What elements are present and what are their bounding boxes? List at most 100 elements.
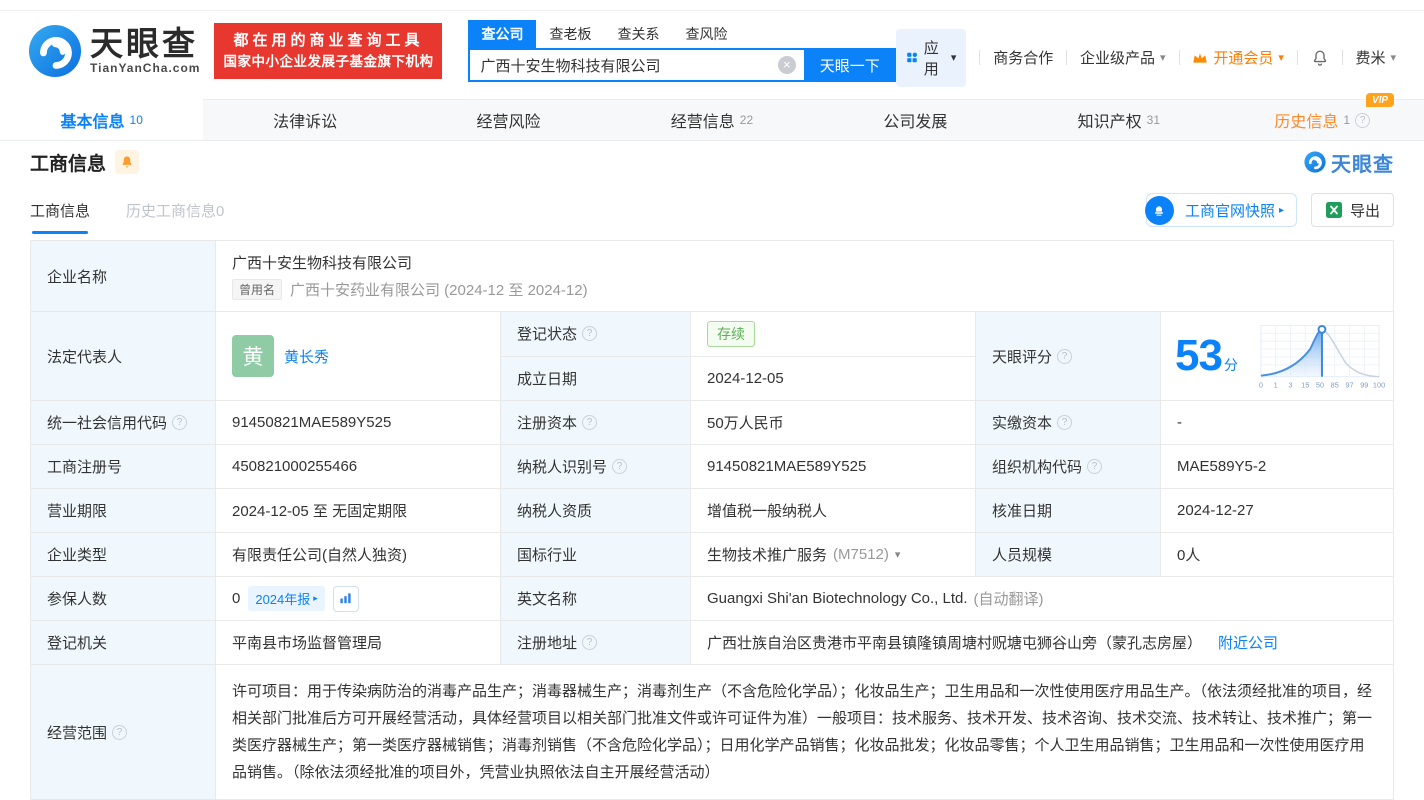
help-icon[interactable]: ? xyxy=(1057,415,1073,430)
stamp-icon xyxy=(1144,196,1174,225)
search-button[interactable]: 天眼一下 xyxy=(803,48,896,82)
tab-intellectual-property[interactable]: 知识产权 31 xyxy=(1017,100,1220,140)
avatar: 黄 xyxy=(232,335,274,377)
tab-legal-litigation[interactable]: 法律诉讼 xyxy=(203,100,406,140)
search-input[interactable] xyxy=(468,48,804,82)
help-icon[interactable]: ? xyxy=(1087,459,1103,474)
table-row: 登记机关 平南县市场监督管理局 注册地址 ? 广西壮族自治区贵港市平南县镇隆镇周… xyxy=(31,620,1393,664)
menu-open-vip[interactable]: 开通会员 ▾ xyxy=(1192,47,1284,68)
help-icon[interactable]: ? xyxy=(582,415,598,430)
svg-text:97: 97 xyxy=(1345,381,1353,390)
help-icon[interactable]: ? xyxy=(582,635,598,650)
divider xyxy=(1296,50,1298,65)
help-icon[interactable]: ? xyxy=(582,326,598,342)
promo-line2: 国家中小企业发展子基金旗下机构 xyxy=(223,53,434,69)
nearby-companies-link[interactable]: 附近公司 xyxy=(1218,632,1278,653)
menu-enterprise-products[interactable]: 企业级产品 ▾ xyxy=(1080,47,1166,68)
scope-label: 经营范围 xyxy=(47,724,108,742)
taxpayer-id-label: 纳税人识别号 xyxy=(517,459,608,476)
export-button[interactable]: 导出 xyxy=(1310,193,1394,227)
chevron-down-icon: ▾ xyxy=(1160,52,1166,64)
logo-swirl-icon xyxy=(28,24,82,77)
legal-rep-label: 法定代表人 xyxy=(31,312,215,400)
authority-label: 登记机关 xyxy=(31,621,215,664)
search-tab-boss[interactable]: 查老板 xyxy=(536,20,604,48)
svg-text:1: 1 xyxy=(1274,381,1278,390)
annual-report-tag[interactable]: 2024年报 ▸ xyxy=(248,586,325,611)
search-tab-risk[interactable]: 查风险 xyxy=(672,20,740,48)
crown-icon xyxy=(1193,52,1207,63)
tab-operation-risk[interactable]: 经营风险 xyxy=(407,100,610,140)
clear-search-icon[interactable]: × xyxy=(777,56,796,74)
former-name-tag: 曾用名 xyxy=(232,279,283,300)
notifications-bell[interactable] xyxy=(1311,49,1329,67)
tianyancha-logo[interactable]: 天眼查 TianYanCha.com xyxy=(28,24,200,78)
subtab-business-info[interactable]: 工商信息 xyxy=(30,200,90,234)
divider xyxy=(979,50,981,65)
reg-capital-value: 50万人民币 xyxy=(690,401,975,444)
svg-text:99: 99 xyxy=(1360,381,1368,390)
svg-text:85: 85 xyxy=(1331,381,1339,390)
username: 费米 xyxy=(1355,50,1386,67)
taxpayer-quality-value: 增值税一般纳税人 xyxy=(690,489,975,532)
search-tabs: 查公司 查老板 查关系 查风险 xyxy=(468,19,895,48)
help-icon[interactable]: ? xyxy=(1057,348,1073,364)
subscribe-bell[interactable] xyxy=(115,150,140,174)
help-icon[interactable]: ? xyxy=(1355,112,1371,128)
bell-icon xyxy=(122,156,132,168)
section-header: 工商信息 天眼查 xyxy=(30,142,1394,182)
search-tab-company[interactable]: 查公司 xyxy=(468,20,537,48)
svg-text:100: 100 xyxy=(1373,381,1385,390)
paid-capital-label: 实缴资本 xyxy=(992,415,1053,432)
approval-date-label: 核准日期 xyxy=(975,489,1160,532)
vip-badge: VIP xyxy=(1365,93,1395,107)
help-icon[interactable]: ? xyxy=(612,459,628,474)
svg-text:15: 15 xyxy=(1301,381,1309,390)
industry-label: 国标行业 xyxy=(500,533,690,576)
score-value: 53 分 xyxy=(1175,331,1238,380)
logo-swirl-icon xyxy=(1304,151,1326,173)
address-value: 广西壮族自治区贵港市平南县镇隆镇周塘村贶塘屯狮谷山旁（蒙孔志房屋） xyxy=(707,635,1203,652)
apps-grid-icon xyxy=(906,52,917,63)
subtab-history-business-info[interactable]: 历史工商信息0 xyxy=(126,200,224,221)
authority-value: 平南县市场监督管理局 xyxy=(215,621,500,664)
trend-chart-button[interactable] xyxy=(332,585,359,612)
company-type-value: 有限责任公司(自然人独资) xyxy=(215,533,500,576)
establish-date-value: 2024-12-05 xyxy=(690,356,975,400)
industry-value: 生物技术推广服务 xyxy=(707,547,828,564)
reg-no-value: 450821000255466 xyxy=(215,445,500,488)
legal-rep-link[interactable]: 黄长秀 xyxy=(284,346,329,367)
svg-text:50: 50 xyxy=(1316,381,1324,390)
help-icon[interactable]: ? xyxy=(112,724,128,740)
official-snapshot-button[interactable]: 工商官网快照 ▸ xyxy=(1144,193,1297,227)
credit-code-value: 91450821MAE589Y525 xyxy=(215,401,500,444)
bar-chart-icon xyxy=(340,593,351,604)
org-code-label: 组织机构代码 xyxy=(992,459,1083,476)
company-name-label: 企业名称 xyxy=(31,241,215,311)
table-row: 参保人数 0 2024年报 ▸ 英文名称 Guangxi Shi'an Biot… xyxy=(31,576,1393,620)
chevron-right-icon: ▸ xyxy=(313,593,318,603)
tab-basic-info[interactable]: 基本信息 10 xyxy=(0,99,204,140)
company-name-value: 广西十安生物科技有限公司 xyxy=(232,255,413,272)
auto-translate-note: (自动翻译) xyxy=(973,591,1044,608)
chevron-down-icon[interactable]: ▾ xyxy=(895,548,901,561)
chevron-right-icon: ▸ xyxy=(1278,204,1284,216)
english-name-label: 英文名称 xyxy=(500,577,690,620)
promo-line1: 都在用的商业查询工具 xyxy=(233,31,424,49)
help-icon[interactable]: ? xyxy=(172,415,188,430)
approval-date-value: 2024-12-27 xyxy=(1160,489,1393,532)
tab-history-info[interactable]: 历史信息 1 ? VIP xyxy=(1221,93,1424,140)
address-label: 注册地址 xyxy=(517,635,578,652)
scope-value: 许可项目：用于传染病防治的消毒产品生产；消毒器械生产；消毒剂生产（不含危险化学品… xyxy=(215,665,1393,799)
chevron-down-icon: ▾ xyxy=(1390,52,1396,64)
search-tab-relation[interactable]: 查关系 xyxy=(604,20,672,48)
menu-business-coop[interactable]: 商务合作 xyxy=(993,47,1053,68)
table-row: 工商注册号 450821000255466 纳税人识别号 ? 91450821M… xyxy=(31,444,1393,488)
promo-banner: 都在用的商业查询工具 国家中小企业发展子基金旗下机构 xyxy=(214,22,443,79)
tab-operation-info[interactable]: 经营信息 22 xyxy=(610,100,813,140)
apps-menu[interactable]: 应用 ▾ xyxy=(895,28,967,87)
search-block: 查公司 查老板 查关系 查风险 × 天眼一下 xyxy=(468,19,896,82)
divider xyxy=(1066,50,1067,65)
user-menu[interactable]: 费米 ▾ xyxy=(1355,47,1396,68)
tab-company-development[interactable]: 公司发展 xyxy=(814,100,1017,140)
